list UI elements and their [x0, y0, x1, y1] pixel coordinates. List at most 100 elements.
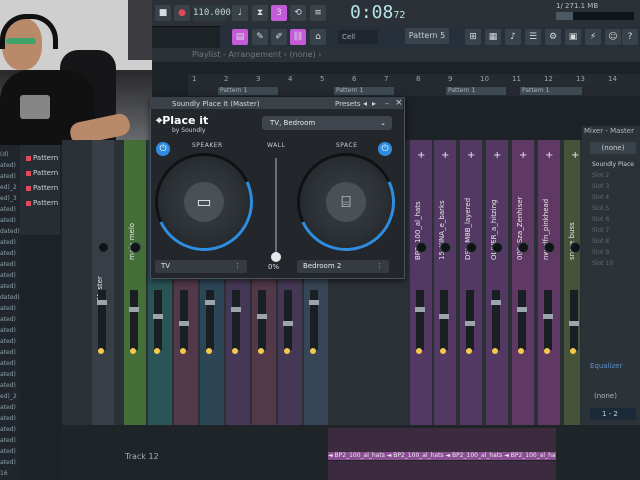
audio-clip-label[interactable]: ◄ BP2_100_al_hats ◄ BP2_100_al_hats ◄ BP…: [328, 452, 556, 460]
mixer-pan-knob[interactable]: [492, 242, 503, 253]
space-power-icon[interactable]: ⏻: [378, 142, 392, 156]
mixer-pan-knob[interactable]: [466, 242, 477, 253]
mixer-route-icon[interactable]: [180, 348, 186, 354]
mixer-fx-slot[interactable]: Slot 6: [592, 215, 638, 225]
draw-icon[interactable]: ✎: [252, 29, 268, 45]
mixer-fader-handle[interactable]: [257, 314, 267, 319]
mixer-fx-slot[interactable]: Slot 5: [592, 204, 638, 214]
mixer-route-icon[interactable]: [570, 348, 576, 354]
channel-rack-item[interactable]: Pattern: [26, 167, 62, 179]
mixer-fader-track[interactable]: [180, 290, 188, 350]
mixer-fader-handle[interactable]: [179, 321, 189, 326]
mixer-route-icon[interactable]: [518, 348, 524, 354]
plugin-icon[interactable]: ⚙: [545, 29, 561, 45]
mixer-preset2[interactable]: (none): [594, 392, 617, 400]
mixer-fader-track[interactable]: [206, 290, 214, 350]
browser-item[interactable]: ated): [0, 359, 20, 369]
mixer-fader-handle[interactable]: [569, 321, 579, 326]
mixer-fader-handle[interactable]: [439, 314, 449, 319]
mixer-fx-slot[interactable]: Slot 10: [592, 259, 638, 269]
browser-icon[interactable]: ☰: [525, 29, 541, 45]
mixer-fader-track[interactable]: [544, 290, 552, 350]
pattern-clip[interactable]: Pattern 1: [520, 87, 582, 95]
mixer-fader-track[interactable]: [466, 290, 474, 350]
metronome-icon[interactable]: ♩: [232, 5, 248, 21]
mixer-route-icon[interactable]: [98, 348, 104, 354]
browser-item[interactable]: 16: [0, 469, 20, 479]
audio-clip-waveform-2[interactable]: [328, 461, 556, 480]
mixer-route-icon[interactable]: [284, 348, 290, 354]
mixer-fader-handle[interactable]: [309, 300, 319, 305]
snap-select[interactable]: Cell: [338, 30, 378, 44]
record-icon[interactable]: ●: [174, 5, 190, 21]
mixer-route-icon[interactable]: [130, 348, 136, 354]
mixer-io-select[interactable]: 1 - 2: [590, 408, 636, 420]
browser-item[interactable]: ated): [0, 304, 20, 314]
speaker-select[interactable]: TV ⋮: [155, 260, 247, 273]
preset-dropdown[interactable]: TV, Bedroom ⌄: [262, 116, 392, 130]
presets-label[interactable]: Presets: [335, 100, 360, 108]
browser-item[interactable]: ated): [0, 348, 20, 358]
mixer-fader-track[interactable]: [518, 290, 526, 350]
browser-item[interactable]: ated): [0, 436, 20, 446]
wall-slider-handle[interactable]: [271, 252, 281, 262]
browser-item[interactable]: ated): [0, 282, 20, 292]
browser-item[interactable]: ed)_2: [0, 183, 20, 193]
mixer-pan-knob[interactable]: [440, 242, 451, 253]
mixer-route-icon[interactable]: [440, 348, 446, 354]
tempo-display[interactable]: 110.000: [193, 5, 231, 21]
piano-roll-icon[interactable]: ▤: [232, 29, 248, 45]
mixer-fx-slot[interactable]: Soundly Place: [592, 160, 638, 170]
mixer-fader-handle[interactable]: [231, 307, 241, 312]
user-icon[interactable]: ☺: [605, 29, 621, 45]
mixer-route-icon[interactable]: [206, 348, 212, 354]
mixer-preset-select[interactable]: (none): [590, 142, 636, 154]
mixer-fx-slot[interactable]: Slot 8: [592, 237, 638, 247]
countdown-icon[interactable]: 3: [271, 5, 287, 21]
browser-item[interactable]: ated): [0, 337, 20, 347]
blend-notes-icon[interactable]: ≡: [310, 5, 326, 21]
mixer-fader-track[interactable]: [98, 290, 106, 350]
browser-item[interactable]: ated): [0, 403, 20, 413]
stop-icon[interactable]: ■: [155, 5, 171, 21]
browser-item[interactable]: ated): [0, 458, 20, 468]
channel-rack-item[interactable]: Pattern: [26, 152, 62, 164]
browser-item[interactable]: (d): [0, 150, 20, 160]
mixer-fader-track[interactable]: [284, 290, 292, 350]
mixer-route-icon[interactable]: [466, 348, 472, 354]
browser-item[interactable]: ated): [0, 326, 20, 336]
channel-rack-item[interactable]: Pattern: [26, 197, 62, 209]
mixer-fx-slot[interactable]: Slot 7: [592, 226, 638, 236]
folder-icon[interactable]: ▣: [565, 29, 581, 45]
mixer-route-icon[interactable]: [492, 348, 498, 354]
mixer-route-icon[interactable]: [258, 348, 264, 354]
browser-item[interactable]: ated): [0, 370, 20, 380]
mixer-route-icon[interactable]: [416, 348, 422, 354]
browser-item[interactable]: ated): [0, 161, 20, 171]
speaker-power-icon[interactable]: ⏻: [156, 142, 170, 156]
browser-item[interactable]: ated): [0, 381, 20, 391]
help-icon[interactable]: ?: [622, 29, 638, 45]
prev-preset-icon[interactable]: ◂: [363, 99, 367, 108]
mixer-pan-knob[interactable]: [98, 242, 109, 253]
mixer-fader-handle[interactable]: [153, 314, 163, 319]
mixer-pan-knob[interactable]: [570, 242, 581, 253]
mixer-fx-slot[interactable]: Slot 4: [592, 193, 638, 203]
audio-clip-waveform[interactable]: [328, 428, 556, 452]
mixer-fader-track[interactable]: [154, 290, 162, 350]
mixer-fader-track[interactable]: [416, 290, 424, 350]
mixer-fader-handle[interactable]: [415, 307, 425, 312]
mixer-fader-handle[interactable]: [283, 321, 293, 326]
mixer-fader-track[interactable]: [440, 290, 448, 350]
mixer-pan-knob[interactable]: [544, 242, 555, 253]
mixer-pan-knob[interactable]: [518, 242, 529, 253]
mixer-route-icon[interactable]: [544, 348, 550, 354]
browser-item[interactable]: ated): [0, 260, 20, 270]
mixer-fader-handle[interactable]: [517, 307, 527, 312]
mixer-fader-handle[interactable]: [491, 300, 501, 305]
browser-item[interactable]: ated): [0, 447, 20, 457]
equalizer-label[interactable]: Equalizer: [590, 362, 622, 370]
browser-item[interactable]: ed)_3: [0, 194, 20, 204]
space-select[interactable]: Bedroom 2 ⋮: [297, 260, 389, 273]
mixer-fader-handle[interactable]: [465, 321, 475, 326]
